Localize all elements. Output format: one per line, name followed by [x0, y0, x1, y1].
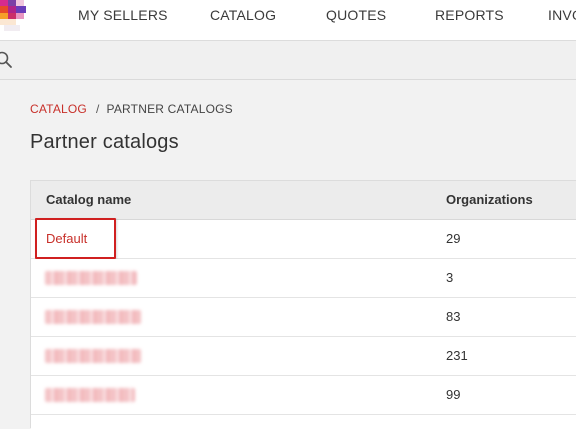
redacted-catalog-name[interactable] [45, 388, 135, 402]
page-title: Partner catalogs [30, 131, 179, 153]
partner-catalogs-table: Catalog name Organizations Default 29 3 … [30, 180, 576, 429]
breadcrumb-current: PARTNER CATALOGS [106, 102, 233, 116]
table-row[interactable]: 83 [31, 298, 576, 337]
column-header-catalog-name[interactable]: Catalog name [46, 181, 131, 219]
breadcrumb-separator: / [95, 102, 100, 116]
table-row[interactable]: 99 [31, 376, 576, 415]
nav-invoices[interactable]: INVO [548, 0, 576, 40]
breadcrumb-catalog-link[interactable]: CATALOG [30, 102, 87, 116]
redacted-catalog-name[interactable] [45, 271, 137, 285]
search-bar [0, 41, 576, 80]
top-navigation: MY SELLERS CATALOG QUOTES REPORTS INVO [0, 0, 576, 41]
organizations-count: 83 [446, 309, 461, 324]
brand-logo[interactable] [0, 0, 40, 40]
column-header-organizations[interactable]: Organizations [446, 181, 533, 219]
nav-reports[interactable]: REPORTS [435, 0, 504, 40]
nav-my-sellers[interactable]: MY SELLERS [78, 0, 168, 40]
breadcrumb: CATALOG / PARTNER CATALOGS [30, 102, 233, 120]
table-row[interactable]: Default 29 [31, 218, 576, 259]
table-row[interactable] [31, 415, 576, 429]
table-row[interactable]: 231 [31, 337, 576, 376]
nav-catalog[interactable]: CATALOG [210, 0, 276, 40]
catalog-name-link[interactable]: Default [46, 220, 87, 258]
organizations-count: 3 [446, 270, 454, 285]
redacted-catalog-name[interactable] [45, 349, 141, 363]
organizations-count: 99 [446, 387, 461, 402]
table-row[interactable]: 3 [31, 259, 576, 298]
organizations-count: 231 [446, 348, 468, 363]
organizations-count: 29 [446, 231, 461, 246]
search-icon[interactable] [0, 50, 14, 70]
nav-quotes[interactable]: QUOTES [326, 0, 386, 40]
table-header: Catalog name Organizations [31, 181, 576, 220]
redacted-catalog-name[interactable] [45, 310, 141, 324]
search-input[interactable] [20, 47, 560, 73]
